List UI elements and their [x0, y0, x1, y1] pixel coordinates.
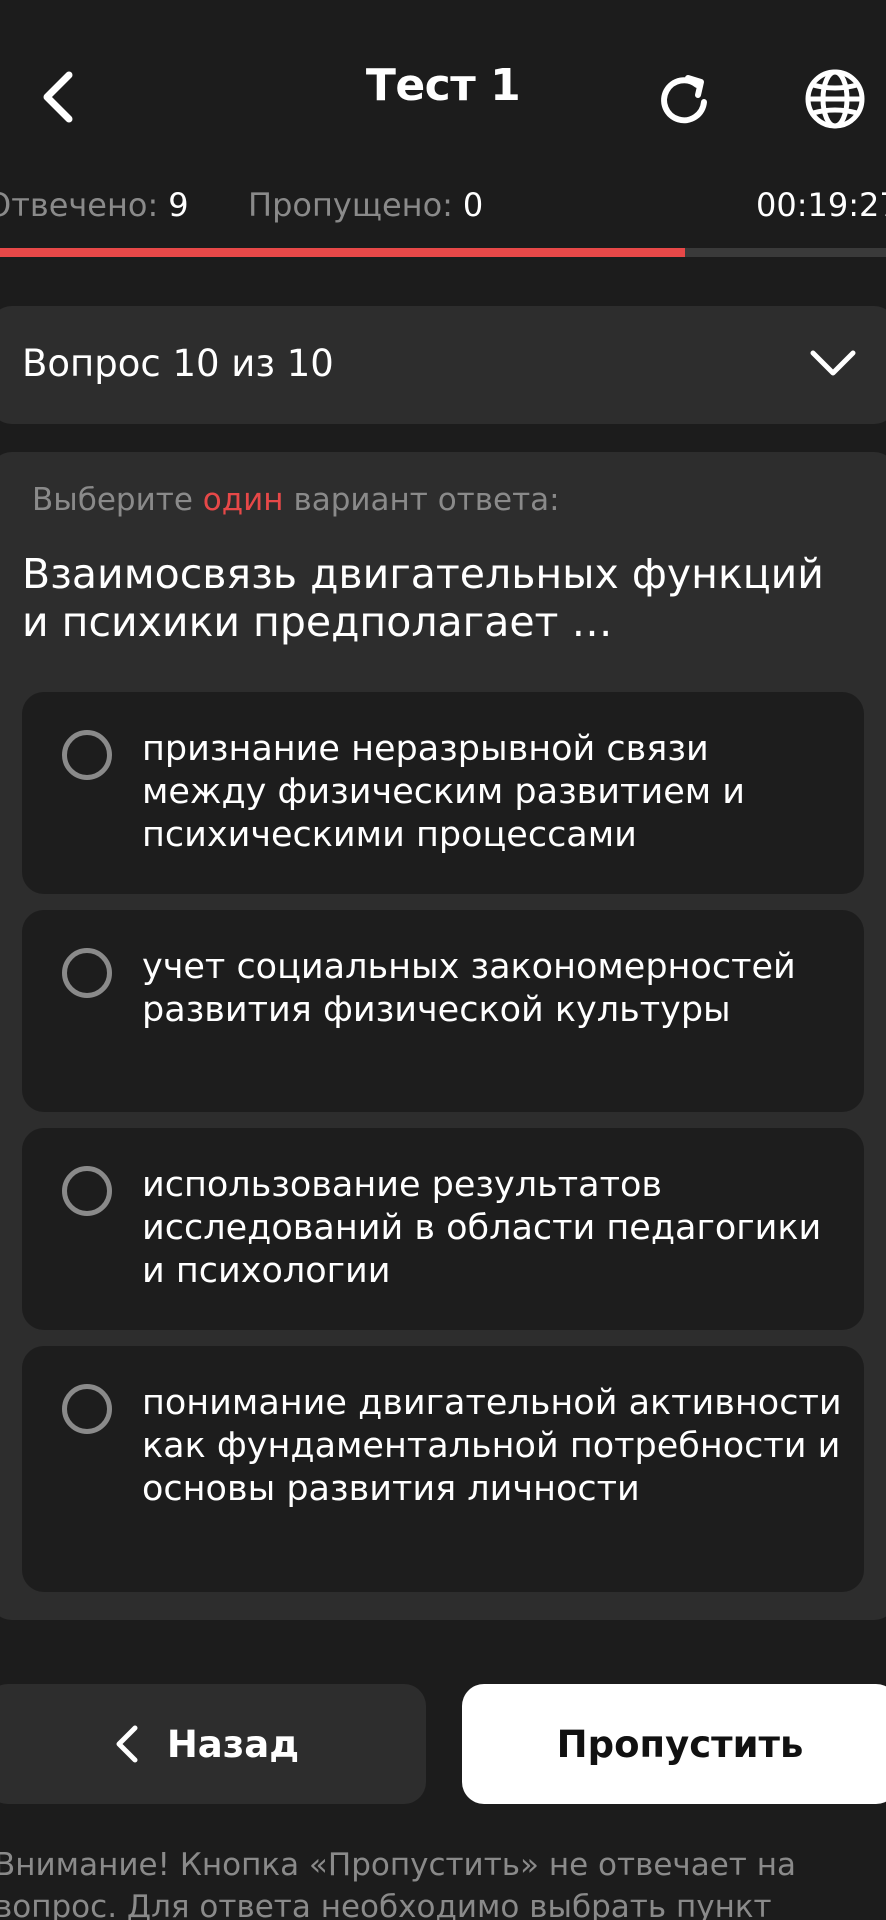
progress-bar: [0, 248, 886, 257]
stats-row: Отвечено: 9 Пропущено: 0 00:19:27: [0, 186, 886, 236]
answer-option-text: использование результатов исследований в…: [142, 1165, 822, 1291]
question-selector-label: Вопрос 10 из 10: [22, 342, 334, 385]
instruction-accent: один: [202, 482, 284, 518]
answer-option-1[interactable]: признание неразрывной связи между физиче…: [22, 692, 864, 894]
test-screen: Тест 1 Отвечено:9 Пропущено:0 00:19:27: [0, 0, 886, 1920]
radio-button[interactable]: [62, 1166, 112, 1216]
back-button[interactable]: Назад: [0, 1684, 426, 1804]
refresh-icon: [661, 75, 707, 124]
answer-option-2[interactable]: учет социальных закономерностей развития…: [22, 910, 864, 1112]
answer-option-text: признание неразрывной связи между физиче…: [142, 729, 745, 855]
header: Тест 1: [0, 0, 886, 190]
question-selector[interactable]: Вопрос 10 из 10: [0, 306, 886, 424]
answer-option-4[interactable]: понимание двигательной активности как фу…: [22, 1346, 864, 1592]
back-button-label: Назад: [166, 1722, 300, 1766]
radio-button[interactable]: [62, 730, 112, 780]
radio-button[interactable]: [62, 1384, 112, 1434]
timer: 00:19:27: [756, 186, 886, 224]
answered-value: 9: [168, 186, 189, 224]
radio-button[interactable]: [62, 948, 112, 998]
answer-option-3[interactable]: использование результатов исследований в…: [22, 1128, 864, 1330]
instruction-prefix: Выберите: [32, 482, 193, 518]
skip-warning: Внимание! Кнопка «Пропустить» не отвечае…: [0, 1847, 796, 1920]
answer-option-text: учет социальных закономерностей развития…: [142, 947, 796, 1030]
question-text: Взаимосвязь двигательных функций и психи…: [22, 550, 824, 646]
globe-icon: [805, 69, 865, 129]
chevron-down-icon: [810, 350, 856, 376]
skip-button[interactable]: Пропустить: [462, 1684, 886, 1804]
skip-button-label: Пропустить: [556, 1722, 804, 1766]
answered-stat: Отвечено: 9: [0, 186, 189, 224]
chevron-left-icon: [116, 1725, 138, 1763]
progress-fill: [0, 248, 685, 257]
page-title: Тест 1: [365, 60, 521, 111]
skipped-stat: Пропущено: 0: [248, 186, 483, 224]
answer-instruction: Выберите один вариант ответа:: [32, 482, 560, 518]
skipped-label: Пропущено:: [248, 186, 453, 224]
language-button[interactable]: [798, 62, 872, 136]
instruction-suffix: вариант ответа:: [293, 482, 560, 518]
restart-button[interactable]: [648, 62, 724, 138]
answer-option-text: понимание двигательной активности как фу…: [142, 1383, 842, 1509]
answered-label: Отвечено:: [0, 186, 159, 224]
skipped-value: 0: [462, 186, 484, 224]
